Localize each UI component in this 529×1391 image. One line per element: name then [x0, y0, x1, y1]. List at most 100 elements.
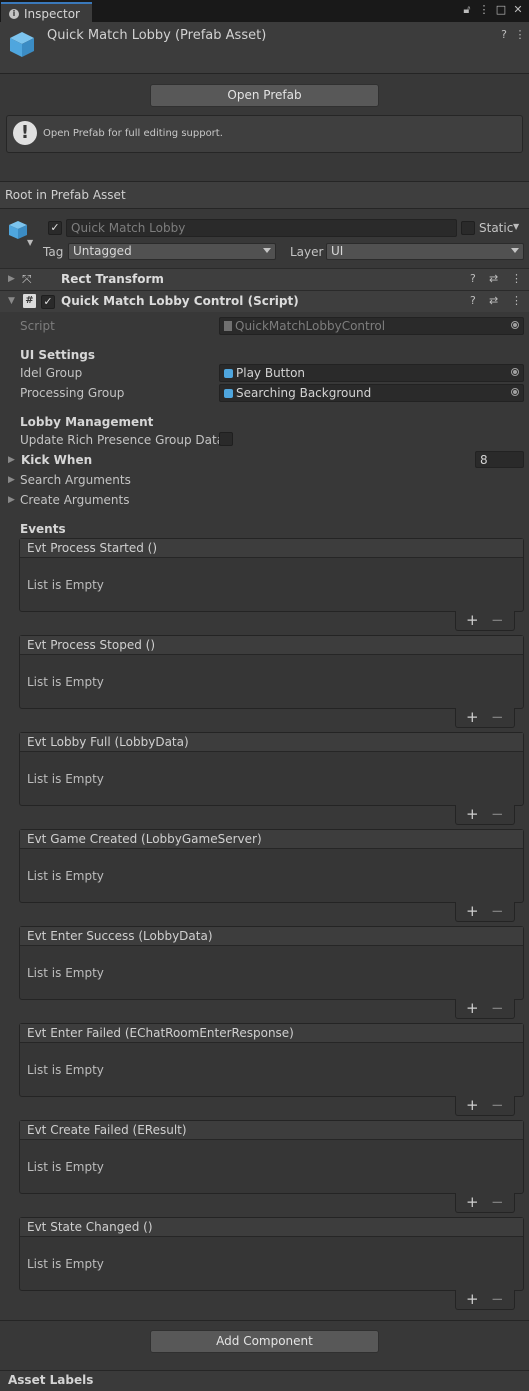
warning-icon: ! [13, 121, 37, 145]
collapsed-arrow-icon[interactable]: ▶ [8, 495, 15, 505]
rect-transform-header[interactable]: ▶ ⤧ Rect Transform ? ⇄ ⋮ [0, 268, 529, 290]
idel-group-label: Idel Group [20, 366, 83, 380]
event-header: Evt Lobby Full (LobbyData) [20, 733, 523, 752]
divider [0, 1320, 529, 1321]
remove-item-button[interactable]: − [491, 1096, 504, 1114]
add-component-button[interactable]: Add Component [150, 1330, 379, 1353]
remove-item-button[interactable]: − [491, 805, 504, 823]
tab-inspector[interactable]: i Inspector [1, 2, 92, 22]
processing-group-field[interactable]: Searching Background [219, 384, 524, 402]
event-header: Evt Enter Success (LobbyData) [20, 927, 523, 946]
event-title: Evt Lobby Full (LobbyData) [27, 735, 189, 749]
inspector-header: Quick Match Lobby (Prefab Asset) ? ⋮ [0, 22, 529, 74]
divider [0, 208, 529, 209]
list-empty-text: List is Empty [27, 1063, 104, 1077]
presets-icon[interactable]: ⇄ [489, 294, 498, 307]
help-box: ! Open Prefab for full editing support. [6, 115, 523, 153]
event-list: Evt State Changed () List is Empty [19, 1217, 524, 1291]
event-title: Evt Game Created (LobbyGameServer) [27, 832, 262, 846]
remove-item-button[interactable]: − [491, 1290, 504, 1308]
kick-when-label[interactable]: Kick When [21, 453, 92, 467]
add-item-button[interactable]: + [466, 1193, 479, 1211]
script-icon: # [23, 294, 36, 308]
tag-dropdown[interactable]: Untagged [68, 243, 276, 260]
idel-group-field[interactable]: Play Button [219, 364, 524, 382]
script-component-header[interactable]: ▼ # ✓ Quick Match Lobby Control (Script)… [0, 290, 529, 312]
add-item-button[interactable]: + [466, 611, 479, 629]
maximize-icon[interactable]: □ [494, 3, 508, 17]
create-arguments-label[interactable]: Create Arguments [20, 493, 129, 507]
static-label[interactable]: Static [479, 221, 513, 235]
more-menu-icon[interactable]: ⋮ [477, 3, 491, 17]
expanded-arrow-icon[interactable]: ▼ [8, 296, 15, 306]
remove-item-button[interactable]: − [491, 1193, 504, 1211]
update-rich-presence-label: Update Rich Presence Group Data [20, 433, 225, 447]
help-icon[interactable]: ? [497, 28, 511, 41]
help-text: Open Prefab for full editing support. [43, 128, 223, 139]
list-empty-text: List is Empty [27, 578, 104, 592]
kick-when-field[interactable]: 8 [475, 451, 524, 468]
script-value: QuickMatchLobbyControl [235, 319, 386, 333]
list-empty-text: List is Empty [27, 772, 104, 786]
settings-icon[interactable]: ⋮ [513, 28, 527, 41]
add-item-button[interactable]: + [466, 1290, 479, 1308]
event-list: Evt Enter Success (LobbyData) List is Em… [19, 926, 524, 1000]
close-icon[interactable]: ✕ [511, 3, 525, 17]
add-item-button[interactable]: + [466, 902, 479, 920]
event-list: Evt Game Created (LobbyGameServer) List … [19, 829, 524, 903]
presets-icon[interactable]: ⇄ [489, 272, 498, 285]
add-item-button[interactable]: + [466, 805, 479, 823]
remove-item-button[interactable]: − [491, 902, 504, 920]
event-header: Evt Process Started () [20, 539, 523, 558]
layer-dropdown[interactable]: UI [326, 243, 524, 260]
event-title: Evt Enter Success (LobbyData) [27, 929, 213, 943]
event-header: Evt Process Stoped () [20, 636, 523, 655]
event-title: Evt Enter Failed (EChatRoomEnterResponse… [27, 1026, 294, 1040]
collapsed-arrow-icon[interactable]: ▶ [8, 455, 15, 465]
remove-item-button[interactable]: − [491, 999, 504, 1017]
event-list: Evt Process Stoped () List is Empty [19, 635, 524, 709]
kick-when-value: 8 [480, 453, 488, 467]
root-section: Root in Prefab Asset [0, 182, 529, 208]
add-item-button[interactable]: + [466, 708, 479, 726]
static-dropdown-icon[interactable]: ▼ [513, 222, 519, 231]
ui-settings-header: UI Settings [20, 348, 96, 362]
layer-value: UI [331, 244, 344, 258]
lobby-management-header: Lobby Management [20, 415, 154, 429]
help-icon[interactable]: ? [470, 272, 476, 285]
tab-bar: i Inspector 🔓︎ ⋮ □ ✕ [0, 0, 529, 22]
list-footer: + − [455, 902, 515, 922]
collapsed-arrow-icon[interactable]: ▶ [8, 274, 15, 284]
active-checkbox[interactable]: ✓ [48, 221, 62, 235]
add-item-button[interactable]: + [466, 999, 479, 1017]
tag-value: Untagged [73, 244, 132, 258]
search-arguments-label[interactable]: Search Arguments [20, 473, 131, 487]
icon-dropdown-icon[interactable]: ▼ [27, 238, 33, 247]
event-title: Evt Process Started () [27, 541, 158, 555]
script-component-title: Quick Match Lobby Control (Script) [61, 294, 299, 308]
layer-label: Layer [290, 245, 324, 259]
script-enabled-checkbox[interactable]: ✓ [41, 295, 55, 309]
add-item-button[interactable]: + [466, 1096, 479, 1114]
asset-labels-title: Asset Labels [8, 1373, 94, 1387]
lock-icon[interactable]: 🔓︎ [460, 3, 474, 17]
name-field[interactable]: Quick Match Lobby [66, 219, 457, 237]
list-empty-text: List is Empty [27, 1160, 104, 1174]
event-list: Evt Lobby Full (LobbyData) List is Empty [19, 732, 524, 806]
object-picker-icon[interactable] [511, 388, 519, 396]
list-footer: + − [455, 1193, 515, 1213]
event-header: Evt Game Created (LobbyGameServer) [20, 830, 523, 849]
list-footer: + − [455, 1290, 515, 1310]
update-rich-presence-checkbox[interactable] [219, 432, 233, 446]
open-prefab-button[interactable]: Open Prefab [150, 84, 379, 107]
object-picker-icon[interactable] [511, 368, 519, 376]
component-menu-icon[interactable]: ⋮ [511, 294, 522, 307]
help-icon[interactable]: ? [470, 294, 476, 307]
remove-item-button[interactable]: − [491, 708, 504, 726]
event-title: Evt State Changed () [27, 1220, 153, 1234]
component-menu-icon[interactable]: ⋮ [511, 272, 522, 285]
static-checkbox[interactable] [461, 221, 475, 235]
remove-item-button[interactable]: − [491, 611, 504, 629]
collapsed-arrow-icon[interactable]: ▶ [8, 475, 15, 485]
asset-labels-bar[interactable]: Asset Labels [0, 1370, 529, 1391]
